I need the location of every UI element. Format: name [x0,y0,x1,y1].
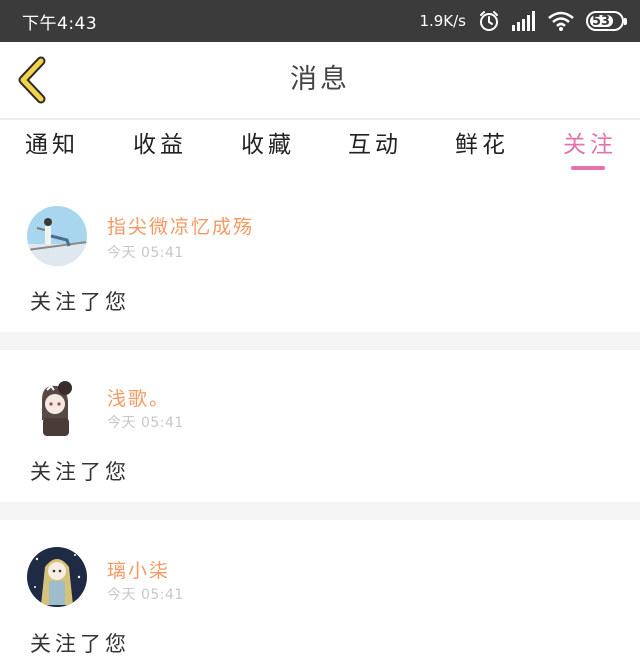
notification-item[interactable]: 璃小柒 今天 05:41 关注了您 [0,520,640,672]
active-tab-indicator [571,166,605,170]
separator [0,502,640,520]
message-text: 关注了您 [30,290,130,314]
avatar[interactable] [27,378,87,438]
status-bar: 下午4:43 1.9K/s 53 [0,0,640,42]
header-bar: 消息 [0,42,640,118]
tab-flowers[interactable]: 鲜花 [452,120,512,176]
message-text: 关注了您 [30,460,130,484]
wifi-icon [548,11,574,31]
tab-interaction[interactable]: 互动 [345,120,405,176]
battery-level: 53 [591,13,611,29]
status-time: 下午4:43 [22,13,98,34]
battery-icon: 53 [586,11,627,31]
tab-favorites[interactable]: 收藏 [238,120,298,176]
separator [0,332,640,350]
notification-item[interactable]: 浅歌。 今天 05:41 关注了您 [0,350,640,502]
tab-notice[interactable]: 通知 [22,120,82,176]
avatar[interactable] [27,547,87,607]
username[interactable]: 浅歌。 [107,384,170,411]
username[interactable]: 指尖微凉忆成殇 [107,212,254,239]
avatar[interactable] [27,206,87,266]
alarm-icon [478,10,500,32]
username[interactable]: 璃小柒 [107,556,170,583]
tab-earnings[interactable]: 收益 [130,120,190,176]
tab-bar: 通知 收益 收藏 互动 鲜花 关注 [0,120,640,176]
message-text: 关注了您 [30,632,130,656]
notification-item[interactable]: 指尖微凉忆成殇 今天 05:41 关注了您 [0,176,640,332]
timestamp: 今天 05:41 [107,587,184,603]
timestamp: 今天 05:41 [107,415,184,431]
signal-icon [512,11,536,31]
page-title: 消息 [290,64,350,95]
status-icons: 1.9K/s 53 [419,10,627,32]
timestamp: 今天 05:41 [107,245,184,261]
network-speed: 1.9K/s [419,12,466,30]
